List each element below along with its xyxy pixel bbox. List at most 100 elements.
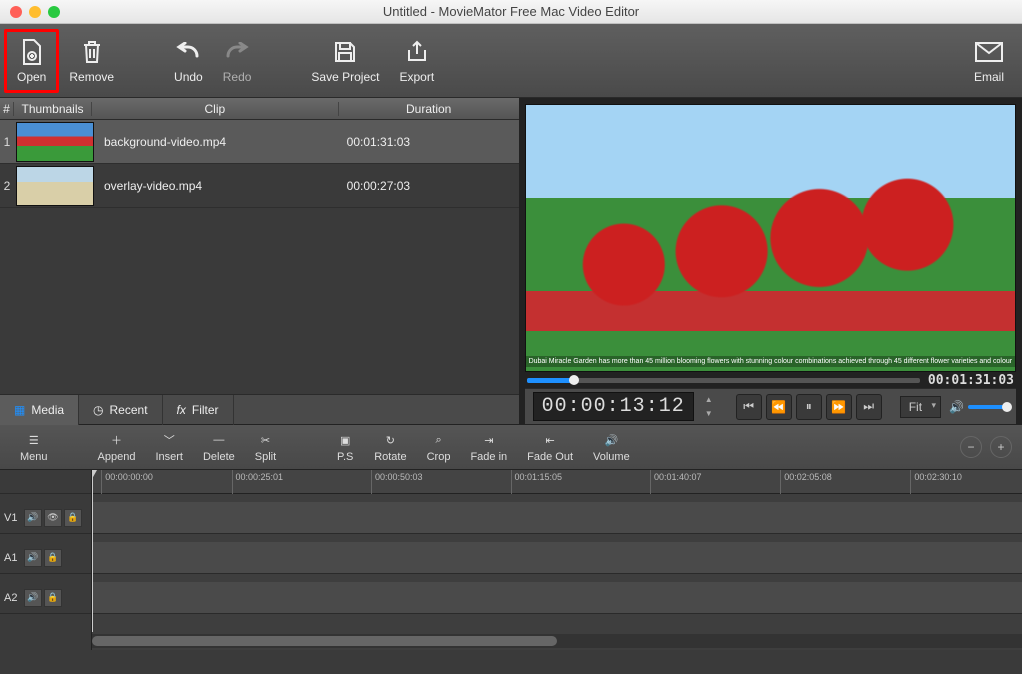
track-v1[interactable] [92, 502, 1022, 534]
undo-button[interactable]: Undo [164, 29, 213, 93]
mute-button[interactable]: 🔊 [24, 509, 42, 527]
split-button[interactable]: ✂Split [245, 431, 286, 463]
ruler-mark: 00:01:40:07 [650, 470, 702, 494]
seek-track[interactable] [527, 378, 920, 383]
speaker-icon: 🔊 [27, 592, 38, 603]
scrollbar-thumb[interactable] [92, 636, 557, 646]
time-ruler[interactable]: 00:00:00:00 00:00:25:01 00:00:50:03 00:0… [92, 470, 1022, 494]
track-headers: V1 🔊 👁 🔒 A1 🔊 🔒 A2 🔊 🔒 [0, 470, 92, 650]
window-controls [10, 6, 60, 18]
fadein-label: Fade in [470, 451, 507, 463]
rotate-button[interactable]: ↻ Rotate [364, 431, 416, 463]
volume-label: Volume [593, 451, 630, 463]
open-button[interactable]: Open [4, 29, 59, 93]
zoom-fit-select[interactable]: Fit [900, 396, 941, 418]
lock-icon: 🔒 [47, 552, 58, 563]
ps-button[interactable]: ▣P.S [326, 431, 364, 463]
plus-icon: ＋ [108, 431, 126, 449]
append-button[interactable]: ＋Append [88, 431, 146, 463]
close-window-button[interactable] [10, 6, 22, 18]
tab-recent[interactable]: ◷ Recent [79, 395, 163, 425]
pause-icon: ⏸ [806, 399, 812, 414]
remove-button[interactable]: Remove [59, 29, 124, 93]
export-button[interactable]: Export [389, 29, 444, 93]
header-duration[interactable]: Duration [339, 102, 519, 116]
transport-buttons: ⏮ ⏪ ⏸ ⏩ ⏭ [736, 394, 882, 420]
header-clip[interactable]: Clip [92, 102, 339, 116]
track-a1[interactable] [92, 542, 1022, 574]
fadeout-label: Fade Out [527, 451, 573, 463]
fadein-button[interactable]: ⇥Fade in [460, 431, 517, 463]
volume-thumb[interactable] [1002, 402, 1012, 412]
email-label: Email [974, 70, 1004, 84]
track-head-a2: A2 🔊 🔒 [0, 582, 91, 614]
preview-viewport[interactable]: Dubai Miracle Garden has more than 45 mi… [525, 104, 1016, 372]
hide-button[interactable]: 👁 [44, 509, 62, 527]
tab-media[interactable]: ▦ Media [0, 395, 79, 425]
clip-name: overlay-video.mp4 [96, 179, 339, 193]
forward-icon: ⏩ [831, 400, 846, 414]
minimize-window-button[interactable] [29, 6, 41, 18]
clip-duration: 00:01:31:03 [339, 135, 519, 149]
playhead[interactable] [92, 470, 93, 632]
lock-button[interactable]: 🔒 [44, 549, 62, 567]
save-icon [331, 38, 359, 66]
fadeout-button[interactable]: ⇤Fade Out [517, 431, 583, 463]
mute-button[interactable]: 🔊 [24, 549, 42, 567]
clip-row[interactable]: 2 overlay-video.mp4 00:00:27:03 [0, 164, 519, 208]
seek-fill [527, 378, 574, 383]
crop-icon: ⌕ [430, 431, 448, 449]
rotate-label: Rotate [374, 451, 406, 463]
save-label: Save Project [311, 70, 379, 84]
lock-icon: 🔒 [67, 512, 78, 523]
email-button[interactable]: Email [964, 29, 1014, 93]
header-thumbnails[interactable]: Thumbnails [14, 102, 92, 116]
timecode-display[interactable]: 00:00:13:12 [533, 392, 694, 421]
email-icon [975, 38, 1003, 66]
zoom-controls: − + [960, 436, 1012, 458]
rotate-icon: ↻ [381, 431, 399, 449]
split-label: Split [255, 451, 276, 463]
lock-button[interactable]: 🔒 [64, 509, 82, 527]
pause-button[interactable]: ⏸ [796, 394, 822, 420]
track-area[interactable]: 00:00:00:00 00:00:25:01 00:00:50:03 00:0… [92, 470, 1022, 650]
insert-label: Insert [155, 451, 183, 463]
zoom-in-button[interactable]: + [990, 436, 1012, 458]
skip-start-button[interactable]: ⏮ [736, 394, 762, 420]
tab-filter[interactable]: fx Filter [163, 395, 234, 425]
skip-end-button[interactable]: ⏭ [856, 394, 882, 420]
save-project-button[interactable]: Save Project [301, 29, 389, 93]
volume-slider[interactable] [968, 405, 1008, 409]
preview-panel: Dubai Miracle Garden has more than 45 mi… [519, 98, 1022, 424]
timecode-up[interactable]: ▲ [702, 393, 716, 407]
seek-thumb[interactable] [569, 375, 579, 385]
undo-icon [174, 38, 202, 66]
preview-caption: Dubai Miracle Garden has more than 45 mi… [526, 356, 1015, 367]
track-a2[interactable] [92, 582, 1022, 614]
delete-button[interactable]: —Delete [193, 431, 245, 463]
delete-label: Delete [203, 451, 235, 463]
timeline: V1 🔊 👁 🔒 A1 🔊 🔒 A2 🔊 🔒 00:00:00:00 00:00… [0, 470, 1022, 650]
mute-button[interactable]: 🔊 [24, 589, 42, 607]
playbar: 00:00:13:12 ▲ ▼ ⏮ ⏪ ⏸ ⏩ ⏭ Fit 🔊 [525, 388, 1016, 424]
timeline-scrollbar[interactable] [92, 634, 1022, 648]
file-open-icon [18, 38, 46, 66]
volume-button[interactable]: 🔊Volume [583, 431, 640, 463]
clip-num: 2 [0, 179, 14, 193]
clip-thumbnail [16, 122, 94, 162]
timecode-down[interactable]: ▼ [702, 407, 716, 421]
insert-button[interactable]: ﹀Insert [145, 431, 193, 463]
rewind-button[interactable]: ⏪ [766, 394, 792, 420]
zoom-window-button[interactable] [48, 6, 60, 18]
trash-icon [78, 38, 106, 66]
zoom-out-button[interactable]: − [960, 436, 982, 458]
clip-row[interactable]: 1 background-video.mp4 00:01:31:03 [0, 120, 519, 164]
speaker-icon: 🔊 [27, 512, 38, 523]
redo-button[interactable]: Redo [213, 29, 262, 93]
forward-button[interactable]: ⏩ [826, 394, 852, 420]
speaker-icon[interactable]: 🔊 [949, 400, 964, 414]
crop-button[interactable]: ⌕Crop [417, 431, 461, 463]
lock-button[interactable]: 🔒 [44, 589, 62, 607]
header-num[interactable]: # [0, 102, 14, 116]
timeline-menu-button[interactable]: ☰Menu [10, 431, 58, 463]
